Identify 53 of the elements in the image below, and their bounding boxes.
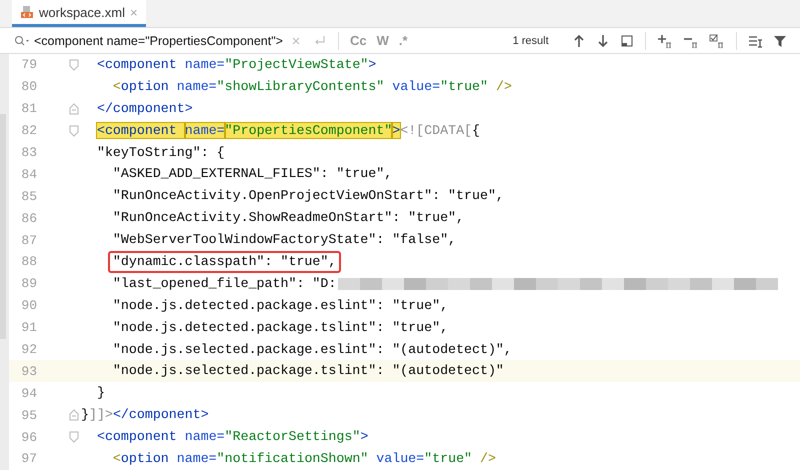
select-all-icon[interactable] [708,34,725,48]
lines-icon[interactable] [748,34,763,48]
search-option[interactable]: Cc [350,33,367,48]
search-icon [14,34,30,46]
search-option[interactable]: .* [398,33,408,48]
line-number: 82 [20,123,37,138]
code-line: </component> [96,100,194,118]
line-number: 88 [20,254,37,270]
code-line: "node.js.selected.package.eslint": "(autodetect)", [112,340,513,359]
line-number: 85 [20,188,37,204]
result-count: 1 result [512,34,549,46]
line-number: 91 [20,320,37,336]
line-number: 81 [20,101,37,116]
line-number: 95 [20,408,37,423]
file-tab[interactable]: workspace.xml × [12,0,146,27]
line-number: 86 [20,210,37,226]
line-number: 80 [20,79,37,94]
code-line: "RunOnceActivity.OpenProjectViewOnStart": "true", [112,187,505,206]
code-line: "node.js.detected.package.tslint": "true", [112,318,450,337]
code-line: }]]></component> [80,406,210,424]
line-number: 90 [20,298,37,314]
code-line: "RunOnceActivity.ShowReadmeOnStart": "true", [112,209,466,228]
close-icon[interactable]: × [130,4,138,20]
line-number: 87 [20,232,37,248]
line-number: 96 [20,430,37,445]
xml-file-icon [20,5,34,19]
code-line: "last_opened_file_path": "D: [112,274,338,293]
code-line: "ASKED_ADD_EXTERNAL_FILES": "true", [112,165,394,184]
code-line: "node.js.detected.package.eslint": "true", [112,296,450,315]
filter-icon[interactable] [772,34,787,48]
code-line: "WebServerToolWindowFactoryState": "false", [112,231,458,250]
window-icon[interactable] [620,34,634,48]
code-line: <option name="showLibraryContents" value="true" /> [112,78,513,96]
line-number: 93 [20,364,37,379]
code-line: <component name="ReactorSettings"> [96,428,370,446]
code-line: <option name="notificationShown" value="true" /> [112,450,497,468]
down-arrow-icon[interactable] [596,34,610,48]
up-arrow-icon[interactable] [572,34,586,48]
line-number: 83 [20,145,37,160]
search-field[interactable]: <component name="PropertiesComponent"> [14,34,284,48]
code-line: "keyToString": { [96,144,226,162]
line-number: 79 [20,57,37,72]
line-number: 84 [20,166,37,182]
line-number: 92 [20,342,37,358]
line-number: 89 [20,276,37,292]
code-line: <component name="ProjectViewState"> [96,56,378,74]
line-number: 94 [20,386,37,401]
line-number: 97 [20,451,37,466]
search-option[interactable]: W [376,33,389,48]
code-line: <component name="PropertiesComponent"><![CDATA[{ [96,122,482,140]
code-line: "node.js.selected.package.tslint": "(autodetect)" [112,362,505,380]
add-selection-icon[interactable] [656,34,673,48]
code-line: } [96,384,106,402]
